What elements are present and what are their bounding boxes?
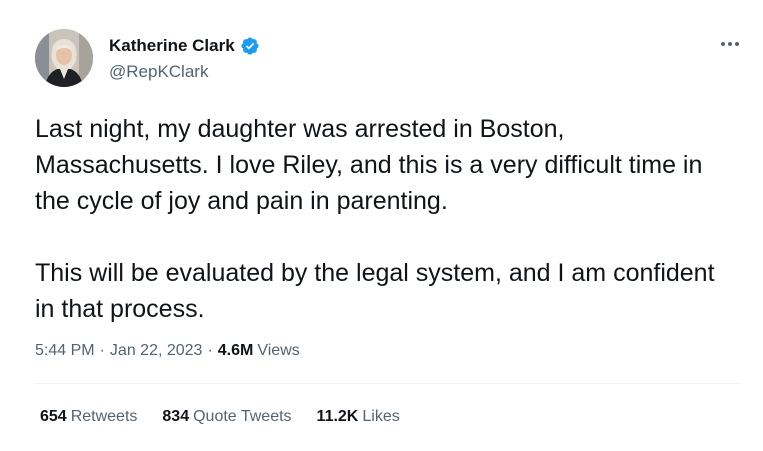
views-label: Views (257, 342, 300, 359)
quote-tweets-stat[interactable]: 834 Quote Tweets (162, 408, 291, 426)
tweet-card: Katherine Clark @RepKClark Last night, m… (0, 0, 763, 451)
tweet-date[interactable]: Jan 22, 2023 (110, 342, 203, 360)
verified-badge-icon (240, 36, 260, 56)
likes-label: Likes (362, 408, 400, 425)
engagement-stats: 654 Retweets 834 Quote Tweets 11.2K Likes (40, 408, 425, 426)
retweets-count: 654 (40, 408, 67, 425)
views-count: 4.6M (217, 342, 254, 359)
meta-separator: · (207, 342, 213, 359)
tweet-text: Last night, my daughter was arrested in … (35, 111, 735, 327)
avatar-image (35, 29, 93, 87)
avatar[interactable] (35, 29, 93, 87)
author-handle[interactable]: @RepKClark (109, 62, 208, 82)
quote-tweets-count: 834 (162, 408, 190, 425)
retweets-label: Retweets (70, 408, 138, 425)
more-options-button[interactable] (715, 32, 745, 56)
retweets-stat[interactable]: 654 Retweets (40, 408, 137, 426)
tweet-paragraph: This will be evaluated by the legal syst… (35, 259, 715, 323)
tweet-meta: 5:44 PM · Jan 22, 2023 · 4.6M Views (35, 342, 300, 360)
likes-stat[interactable]: 11.2K Likes (317, 408, 400, 426)
likes-count: 11.2K (316, 408, 359, 425)
tweet-paragraph: Last night, my daughter was arrested in … (35, 115, 703, 215)
meta-separator: · (99, 342, 105, 359)
author-display-name[interactable]: Katherine Clark (109, 36, 235, 56)
divider (35, 383, 741, 384)
more-options-icon (721, 42, 739, 46)
tweet-time[interactable]: 5:44 PM (35, 342, 95, 360)
quote-tweets-label: Quote Tweets (193, 408, 292, 425)
author-name-row: Katherine Clark (109, 35, 260, 57)
